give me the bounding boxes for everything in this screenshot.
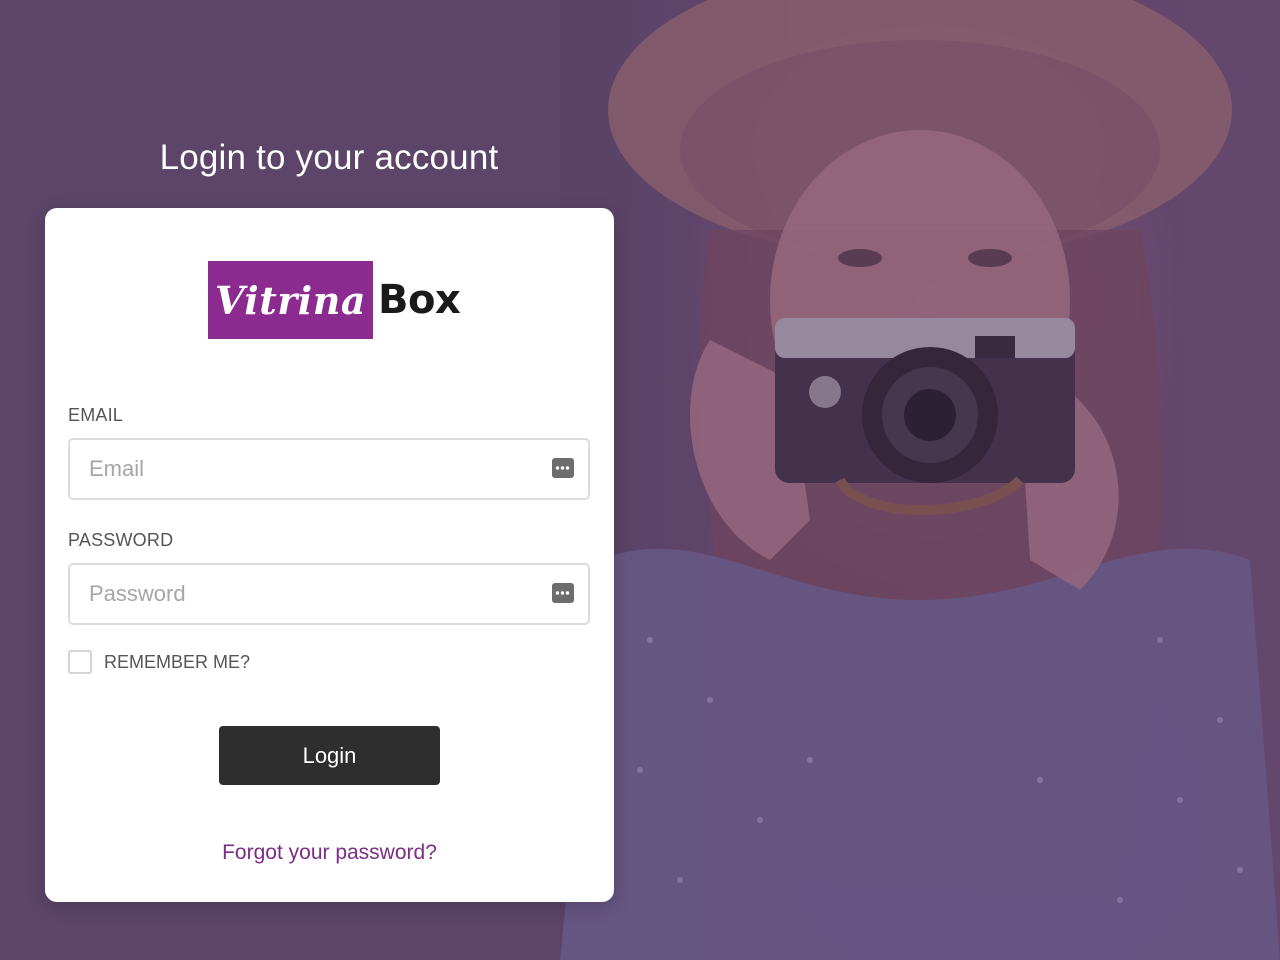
- email-field[interactable]: [70, 440, 588, 498]
- password-manager-icon[interactable]: [552, 458, 574, 478]
- password-manager-icon[interactable]: [552, 583, 574, 603]
- logo-word: Box: [378, 277, 461, 323]
- logo-script-box: Vitrina: [208, 261, 373, 339]
- remember-me-checkbox[interactable]: [68, 650, 92, 674]
- login-button[interactable]: Login: [219, 726, 440, 785]
- forgot-password-link[interactable]: Forgot your password?: [45, 841, 614, 865]
- page-title: Login to your account: [159, 138, 499, 177]
- hero-photo: [560, 0, 1280, 960]
- password-field[interactable]: [70, 565, 588, 623]
- brand-logo: Vitrina Box: [208, 260, 461, 340]
- login-card: Vitrina Box EMAIL PASSWORD REMEMBER ME? …: [45, 208, 614, 902]
- remember-me-label: REMEMBER ME?: [104, 651, 251, 672]
- email-label: EMAIL: [68, 405, 124, 425]
- password-field-wrapper: [68, 563, 590, 625]
- remember-me-toggle[interactable]: REMEMBER ME?: [68, 650, 250, 674]
- password-label: PASSWORD: [68, 530, 174, 550]
- email-field-wrapper: [68, 438, 590, 500]
